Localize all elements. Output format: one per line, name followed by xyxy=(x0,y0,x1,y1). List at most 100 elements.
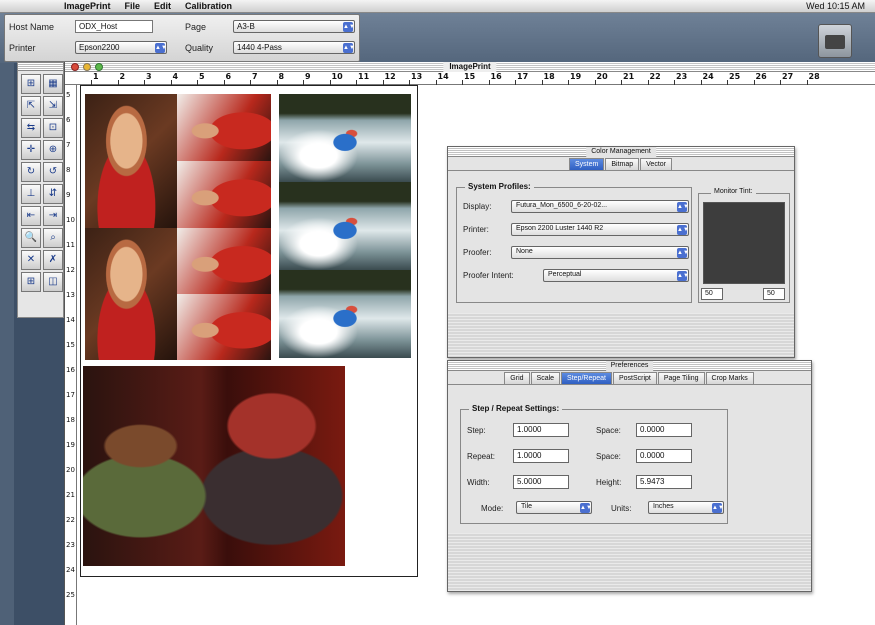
tint-right-field[interactable]: 50 xyxy=(763,288,785,300)
tab-step-repeat[interactable]: Step/Repeat xyxy=(561,372,612,384)
tab-vector[interactable]: Vector xyxy=(640,158,672,170)
display-popup[interactable]: Futura_Mon_6500_6-20-02... ▲▼ xyxy=(511,200,689,213)
page-popup[interactable]: A3-B ▲▼ xyxy=(233,20,355,33)
repeat-label: Repeat: xyxy=(467,452,496,461)
menu-file[interactable]: File xyxy=(125,1,141,11)
close-button[interactable] xyxy=(71,63,79,71)
photo-concert[interactable] xyxy=(83,366,345,566)
menu-calibration[interactable]: Calibration xyxy=(185,1,232,11)
magnify-icon[interactable]: ⇤ xyxy=(21,206,41,226)
photo-portrait-1[interactable] xyxy=(85,94,177,228)
tab-postscript[interactable]: PostScript xyxy=(612,372,657,384)
ruler-v-label: 7 xyxy=(66,141,71,149)
space2-field[interactable]: 0.0000 xyxy=(636,449,692,463)
quality-popup[interactable]: 1440 4-Pass ▲▼ xyxy=(233,41,355,54)
rotate-cw-icon[interactable]: ✛ xyxy=(21,140,41,160)
printer-popup[interactable]: Epson2200 ▲▼ xyxy=(75,41,167,54)
step-label: Step: xyxy=(467,426,486,435)
distribute-right-icon[interactable]: ⇵ xyxy=(43,184,63,204)
tab-crop-marks[interactable]: Crop Marks xyxy=(705,372,754,384)
color-management-titlebar[interactable]: Color Management xyxy=(448,147,794,157)
tab-bitmap[interactable]: Bitmap xyxy=(605,158,640,170)
desktop-strip xyxy=(0,63,14,625)
zoom-in-icon[interactable]: ⊞ xyxy=(21,74,41,94)
align-right-icon[interactable]: ⇲ xyxy=(43,96,63,116)
hard-disk-icon[interactable] xyxy=(818,24,852,58)
ruler-h-label: 26 xyxy=(755,72,767,81)
ruler-h-label: 10 xyxy=(331,72,343,81)
proofer-popup[interactable]: None ▲▼ xyxy=(511,246,689,259)
zoom-button[interactable] xyxy=(95,63,103,71)
zoom-out-icon[interactable]: ⇥ xyxy=(43,206,63,226)
quality-value: 1440 4-Pass xyxy=(237,43,282,52)
grid-view-icon[interactable]: ▦ xyxy=(43,74,63,94)
center-icon[interactable]: ⊡ xyxy=(43,118,63,138)
mode-popup[interactable]: Tile ▲▼ xyxy=(516,501,592,514)
monitor-tint-swatch[interactable] xyxy=(703,202,785,284)
align-left-icon[interactable]: ⇱ xyxy=(21,96,41,116)
move-icon[interactable]: ⊞ xyxy=(21,272,41,292)
photo-raft-2[interactable] xyxy=(279,182,411,270)
width-field[interactable]: 5.0000 xyxy=(513,475,569,489)
photo-raft-1[interactable] xyxy=(279,94,411,182)
printer-profile-label: Printer: xyxy=(463,225,489,234)
tab-scale[interactable]: Scale xyxy=(530,372,561,384)
mode-value: Tile xyxy=(521,503,533,510)
ruler-v-label: 24 xyxy=(66,566,75,574)
rotate-ccw-icon[interactable]: ⊕ xyxy=(43,140,63,160)
tab-grid[interactable]: Grid xyxy=(504,372,530,384)
system-profiles-label: System Profiles: xyxy=(465,182,534,191)
tab-system[interactable]: System xyxy=(569,158,605,170)
photo-red-1[interactable] xyxy=(177,94,271,161)
ruler-v-label: 18 xyxy=(66,416,75,424)
remove-icon[interactable]: ⌕ xyxy=(43,228,63,248)
tint-left-field[interactable]: 50 xyxy=(701,288,723,300)
stack-icon[interactable]: ↺ xyxy=(43,162,63,182)
repeat-field[interactable]: 1.0000 xyxy=(513,449,569,463)
ruler-h-tick xyxy=(568,80,569,85)
monitor-tint-group: Monitor Tint: 50 50 xyxy=(698,188,790,303)
printer-profile-popup[interactable]: Epson 2200 Luster 1440 R2 ▲▼ xyxy=(511,223,689,236)
ruler-h-label: 2 xyxy=(119,72,126,81)
distribute-left-icon[interactable]: ⊥ xyxy=(21,184,41,204)
units-popup[interactable]: Inches ▲▼ xyxy=(648,501,724,514)
photo-portrait-2[interactable] xyxy=(85,228,177,360)
minimize-button[interactable] xyxy=(83,63,91,71)
step-field[interactable]: 1.0000 xyxy=(513,423,569,437)
ruler-h-tick xyxy=(753,80,755,85)
window-titlebar[interactable]: ImagePrint xyxy=(65,62,875,72)
height-field[interactable]: 5.9473 xyxy=(636,475,692,489)
proofer-intent-popup[interactable]: Perceptual ▲▼ xyxy=(543,269,689,282)
ruler-h-tick xyxy=(621,80,622,85)
print-page[interactable] xyxy=(80,85,418,577)
preferences-tabs: Grid Scale Step/Repeat PostScript Page T… xyxy=(448,371,811,385)
chevron-down-icon: ▲▼ xyxy=(155,43,167,53)
crop-icon[interactable]: ⇆ xyxy=(21,118,41,138)
photo-red-2[interactable] xyxy=(177,161,271,228)
host-name-field[interactable]: ODX_Host xyxy=(75,20,153,33)
ruler-v-label: 11 xyxy=(66,241,75,249)
ruler-h-tick xyxy=(594,80,596,85)
photo-red-3[interactable] xyxy=(177,228,271,294)
scale-icon[interactable]: ◫ xyxy=(43,272,63,292)
space1-field[interactable]: 0.0000 xyxy=(636,423,692,437)
quality-label: Quality xyxy=(185,42,214,53)
grid-icon[interactable]: ✕ xyxy=(21,250,41,270)
ruler-h-label: 25 xyxy=(729,72,741,81)
ruler-v-label: 23 xyxy=(66,541,75,549)
preferences-titlebar[interactable]: Preferences xyxy=(448,361,811,371)
photo-red-4[interactable] xyxy=(177,294,271,360)
menu-imageprint[interactable]: ImagePrint xyxy=(64,1,111,11)
tab-page-tiling[interactable]: Page Tiling xyxy=(657,372,705,384)
layout-icon[interactable]: ✗ xyxy=(43,250,63,270)
flip-vertical-icon[interactable]: ↻ xyxy=(21,162,41,182)
menu-edit[interactable]: Edit xyxy=(154,1,171,11)
ruler-v-label: 19 xyxy=(66,441,75,449)
photo-raft-3[interactable] xyxy=(279,270,411,358)
delete-icon[interactable]: 🔍 xyxy=(21,228,41,248)
window-title: ImagePrint xyxy=(443,62,497,72)
ruler-h-tick xyxy=(541,80,543,85)
ruler-v-label: 21 xyxy=(66,491,75,499)
tool-palette-titlebar[interactable] xyxy=(18,63,63,71)
ruler-h-label: 12 xyxy=(384,72,396,81)
